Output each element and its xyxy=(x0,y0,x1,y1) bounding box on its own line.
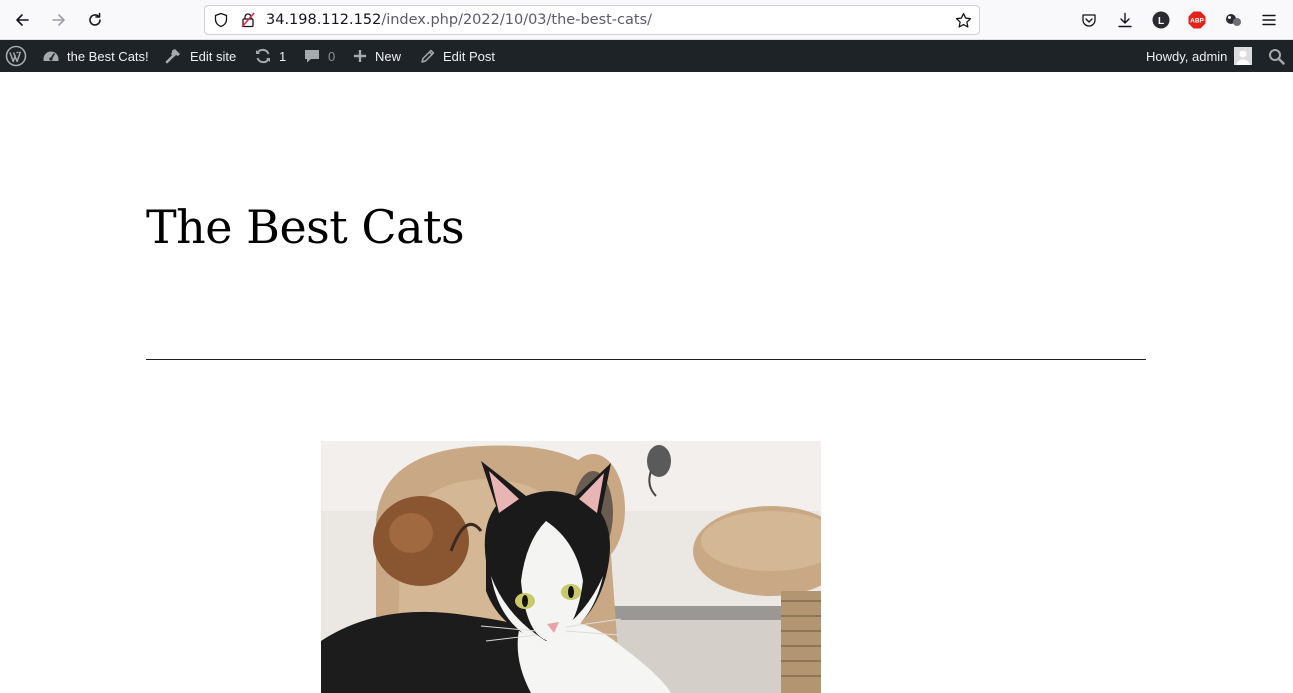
dashboard-gauge-icon xyxy=(43,51,59,61)
l-extension-icon: L xyxy=(1152,11,1170,29)
shield-icon[interactable] xyxy=(213,12,229,28)
bookmark-star-icon[interactable] xyxy=(955,12,972,29)
wp-admin-bar: the Best Cats! Edit site 1 0 New Edit Po… xyxy=(0,40,1293,72)
wordpress-logo-icon xyxy=(5,45,27,67)
adblock-plus-icon: ABP xyxy=(1188,11,1206,29)
edit-post-label: Edit Post xyxy=(443,48,496,64)
wp-logo-menu[interactable] xyxy=(5,40,27,72)
comments-count: 0 xyxy=(328,48,336,64)
reload-button[interactable] xyxy=(83,8,107,32)
downloads-button[interactable] xyxy=(1113,8,1137,32)
howdy-label: Howdy, admin xyxy=(1146,48,1228,64)
comment-bubble-icon xyxy=(305,50,319,63)
back-arrow-icon xyxy=(16,14,29,26)
new-label: New xyxy=(375,48,402,64)
updates-refresh-icon xyxy=(256,48,270,64)
post-title: The Best Cats xyxy=(146,200,465,254)
url-path: /index.php/2022/10/03/the-best-cats/ xyxy=(381,12,653,28)
cat-photo-illustration xyxy=(321,441,821,693)
svg-text:ABP: ABP xyxy=(1190,18,1204,25)
plus-icon xyxy=(354,50,366,62)
featured-image-cat[interactable] xyxy=(321,441,821,693)
updates-link[interactable]: 1 xyxy=(254,40,286,72)
back-button[interactable] xyxy=(10,8,34,32)
site-name-label: the Best Cats! xyxy=(67,48,149,64)
title-separator xyxy=(146,359,1146,360)
pocket-icon xyxy=(1082,14,1096,27)
avatar-person-icon xyxy=(1236,50,1250,65)
insecure-lock-icon[interactable] xyxy=(240,12,256,28)
forward-button[interactable] xyxy=(47,8,71,32)
pencil-icon xyxy=(421,49,435,63)
hammer-icon xyxy=(165,49,180,64)
edit-site-label: Edit site xyxy=(190,48,237,64)
address-bar[interactable]: 34.198.112.152/index.php/2022/10/03/the-… xyxy=(204,5,980,35)
avatar xyxy=(1234,47,1253,65)
extension-l-button[interactable]: L xyxy=(1149,8,1173,32)
hamburger-menu-icon xyxy=(1262,14,1276,26)
adblock-button[interactable]: ABP xyxy=(1185,8,1209,32)
search-icon xyxy=(1269,48,1285,65)
updates-count: 1 xyxy=(279,48,287,64)
edit-site-link[interactable]: Edit site xyxy=(164,40,236,72)
comments-link[interactable]: 0 xyxy=(303,40,335,72)
my-account-menu[interactable]: Howdy, admin xyxy=(1146,40,1253,72)
site-name-link[interactable]: the Best Cats! xyxy=(42,40,149,72)
url-text[interactable]: 34.198.112.152/index.php/2022/10/03/the-… xyxy=(266,12,652,28)
extension-button[interactable] xyxy=(1221,8,1245,32)
pocket-button[interactable] xyxy=(1077,8,1101,32)
url-host: 34.198.112.152 xyxy=(266,12,382,28)
browser-toolbar: 34.198.112.152/index.php/2022/10/03/the-… xyxy=(0,0,1293,40)
app-menu-button[interactable] xyxy=(1257,8,1281,32)
svg-text:L: L xyxy=(1158,16,1164,27)
edit-post-link[interactable]: Edit Post xyxy=(419,40,495,72)
admin-search-button[interactable] xyxy=(1268,40,1285,72)
forward-arrow-icon xyxy=(52,14,65,26)
extension-icon xyxy=(1226,14,1241,26)
download-icon xyxy=(1118,12,1132,28)
reload-icon xyxy=(89,12,101,26)
new-content-menu[interactable]: New xyxy=(352,40,401,72)
